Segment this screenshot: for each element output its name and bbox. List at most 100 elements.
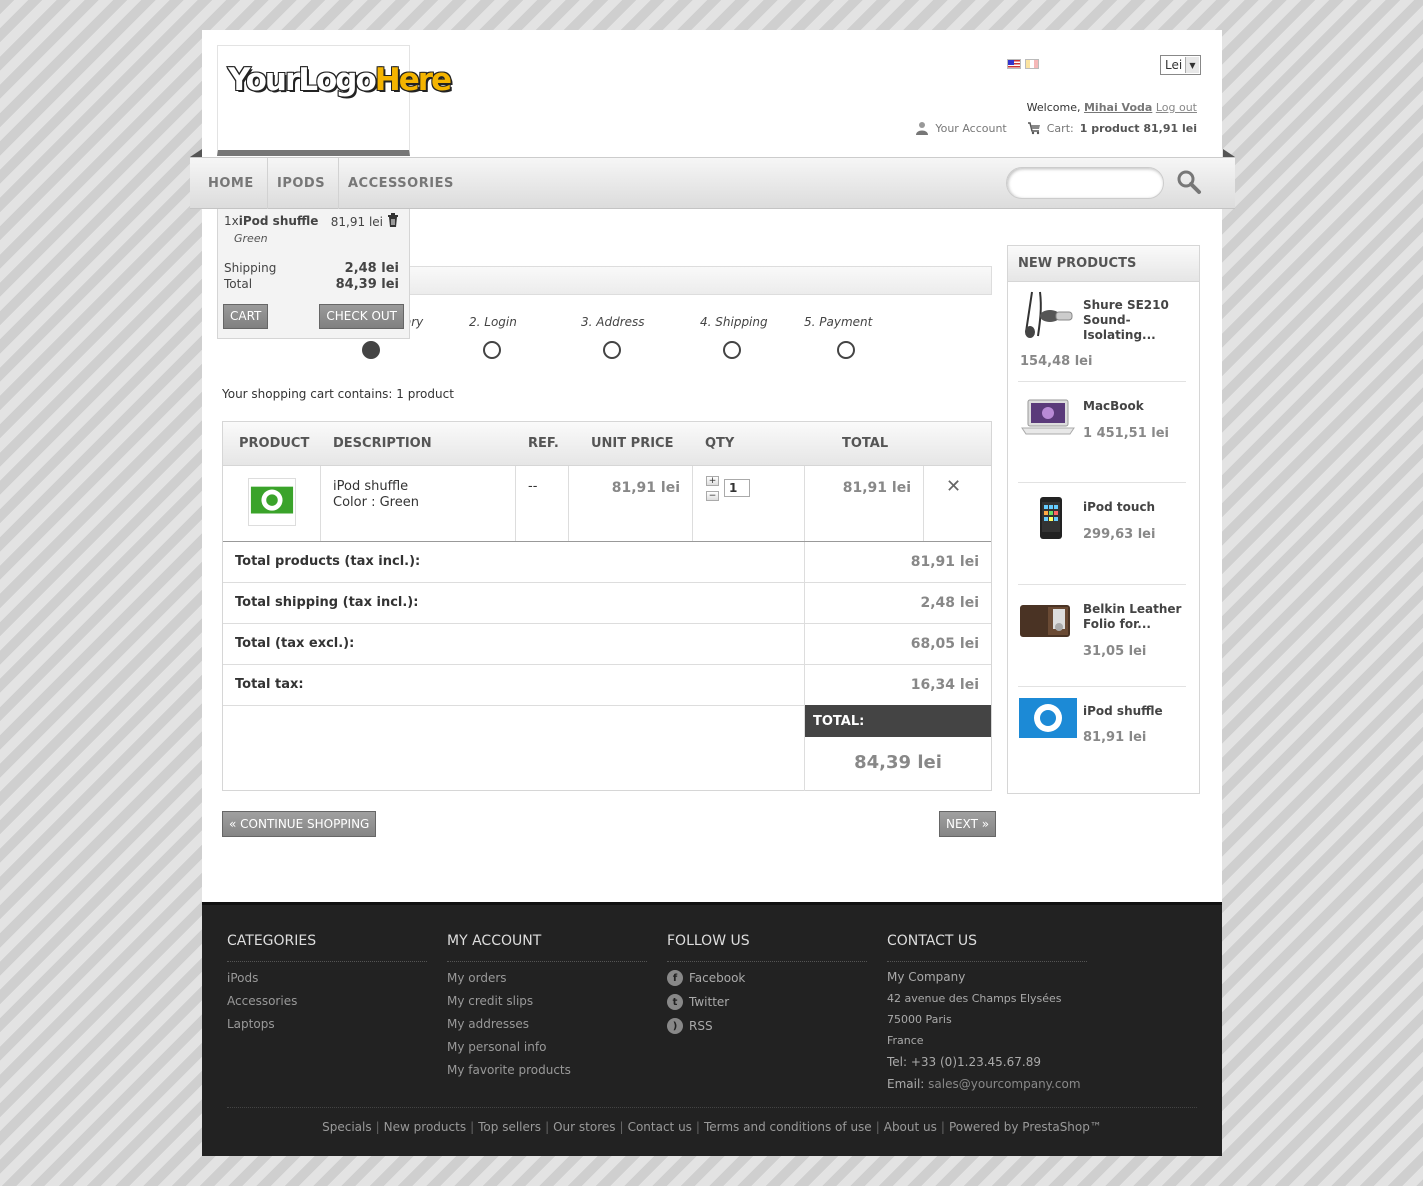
logo-part2: Here [374,62,452,98]
laptop-icon[interactable] [1018,394,1078,446]
cart-summary-value[interactable]: 1 product 81,91 lei [1080,122,1197,135]
twitter-link[interactable]: t Twitter [667,994,867,1010]
contact-email-link[interactable]: sales@yourcompany.com [928,1077,1080,1091]
language-selector [1007,59,1039,69]
footer-link-new-products[interactable]: New products [384,1120,466,1134]
rss-icon: ) [667,1018,683,1034]
qty-input[interactable]: 1 [724,479,750,497]
logo[interactable]: YourLogoHere [217,45,452,156]
contact-company: My Company [887,970,966,984]
cart-button[interactable]: CART [223,304,269,329]
cart-dd-qty: 1x [224,214,239,228]
footer-link-favorite-products[interactable]: My favorite products [447,1063,647,1077]
earphones-icon[interactable] [1018,288,1078,340]
qty-increase-button[interactable]: + [706,476,719,486]
ipod-shuffle-icon[interactable] [1018,696,1078,748]
th-ref: REF. [528,436,559,451]
new-product-name[interactable]: iPod shuffle [1083,704,1193,719]
footer-link-contact-us[interactable]: Contact us [628,1120,692,1134]
new-products-title[interactable]: NEW PRODUCTS [1008,246,1199,282]
product-thumbnail[interactable] [248,478,296,526]
footer-link-ipods[interactable]: iPods [227,971,427,985]
total-tax-value: 16,34 lei [910,677,979,693]
new-product-name[interactable]: Shure SE210 Sound-Isolating... [1083,298,1193,343]
step-dot-address [603,341,621,359]
col-divider [515,466,516,541]
footer-link-our-stores[interactable]: Our stores [553,1120,615,1134]
separator: | [470,1120,475,1134]
new-product-name[interactable]: Belkin Leather Folio for... [1083,602,1193,632]
grand-total-value: 84,39 lei [854,752,942,773]
row-total: 81,91 lei [842,480,911,496]
new-product-price: 299,63 lei [1083,527,1156,542]
user-name-link[interactable]: Mihai Voda [1084,101,1152,114]
footer-my-account: MY ACCOUNT My orders My credit slips My … [447,933,647,1077]
footer-contact-title: CONTACT US [887,933,1087,962]
list-item: iPod touch 299,63 lei [1018,483,1186,585]
separator: | [619,1120,624,1134]
footer-link-laptops[interactable]: Laptops [227,1017,427,1031]
footer-link-orders[interactable]: My orders [447,971,647,985]
footer-account-title[interactable]: MY ACCOUNT [447,933,647,962]
footer-contact: CONTACT US My Company 42 avenue des Cham… [887,933,1087,1091]
footer-link-specials[interactable]: Specials [322,1120,372,1134]
footer-link-top-sellers[interactable]: Top sellers [478,1120,541,1134]
your-account-link[interactable]: Your Account [935,122,1006,135]
qty-decrease-button[interactable]: − [706,491,719,501]
th-total: TOTAL [842,436,889,451]
ipod-touch-icon[interactable] [1018,495,1078,547]
nav-item-home[interactable]: HOME [195,158,268,210]
welcome-line: Welcome, Mihai Voda Log out [1027,101,1197,114]
rss-link[interactable]: ) RSS [667,1018,867,1034]
logo-text: YourLogoHere [227,61,452,99]
delete-item-icon[interactable]: ✕ [946,476,961,497]
step-dot-login [483,341,501,359]
account-cart-line: Your Account Cart: 1 product 81,91 lei [915,121,1197,135]
search-icon[interactable] [1176,169,1202,195]
separator: | [940,1120,945,1134]
main-nav: HOME IPODS ACCESSORIES [190,157,1235,210]
new-product-name[interactable]: MacBook [1083,399,1193,414]
contact-city: 75000 Paris [887,1013,952,1026]
new-product-price: 31,05 lei [1083,644,1147,659]
new-product-price: 154,48 lei [1020,354,1093,369]
footer-link-addresses[interactable]: My addresses [447,1017,647,1031]
cart-dd-total-label: Total [224,277,253,291]
logout-link[interactable]: Log out [1156,101,1197,114]
search-input[interactable] [1006,167,1164,199]
checkout-button[interactable]: CHECK OUT [319,304,404,329]
facebook-link[interactable]: f Facebook [667,970,867,986]
cart-table: PRODUCT DESCRIPTION REF. UNIT PRICE QTY … [222,421,992,791]
product-name-link[interactable]: iPod shuffle [333,479,408,494]
step-dot-summary [362,341,380,359]
leather-folio-icon[interactable] [1018,597,1078,649]
facebook-icon: f [667,970,683,986]
nav-item-accessories[interactable]: ACCESSORIES [335,158,467,210]
footer-link-accessories[interactable]: Accessories [227,994,427,1008]
nav-item-ipods[interactable]: IPODS [264,158,340,210]
cart-dd-shipping-value: 2,48 lei [344,261,399,276]
col-divider [320,466,321,541]
footer-link-powered-by[interactable]: Powered by PrestaShop™ [949,1120,1102,1134]
total-products-label: Total products (tax incl.): [235,554,421,569]
continue-shopping-button[interactable]: « CONTINUE SHOPPING [222,811,377,837]
cart-label[interactable]: Cart: [1047,122,1074,135]
user-icon [916,122,929,135]
currency-value: Lei [1165,58,1183,72]
rss-label: RSS [689,1019,713,1033]
footer-link-terms[interactable]: Terms and conditions of use [704,1120,872,1134]
total-tax-excl-value: 68,05 lei [910,636,979,652]
footer-link-personal-info[interactable]: My personal info [447,1040,647,1054]
footer-link-credit-slips[interactable]: My credit slips [447,994,647,1008]
footer-link-about-us[interactable]: About us [884,1120,937,1134]
french-flag-icon[interactable] [1025,59,1039,69]
new-product-name[interactable]: iPod touch [1083,500,1193,515]
cart-dd-product-link[interactable]: iPod shuffle [239,214,319,228]
currency-select[interactable]: Lei ▼ [1160,55,1201,75]
total-tax-row: Total tax: 16,34 lei [223,665,991,706]
english-flag-icon[interactable] [1007,59,1021,69]
contact-email-label: Email: [887,1077,925,1091]
th-description: DESCRIPTION [333,436,432,451]
next-button[interactable]: NEXT » [939,811,997,837]
trash-icon[interactable] [387,213,399,227]
